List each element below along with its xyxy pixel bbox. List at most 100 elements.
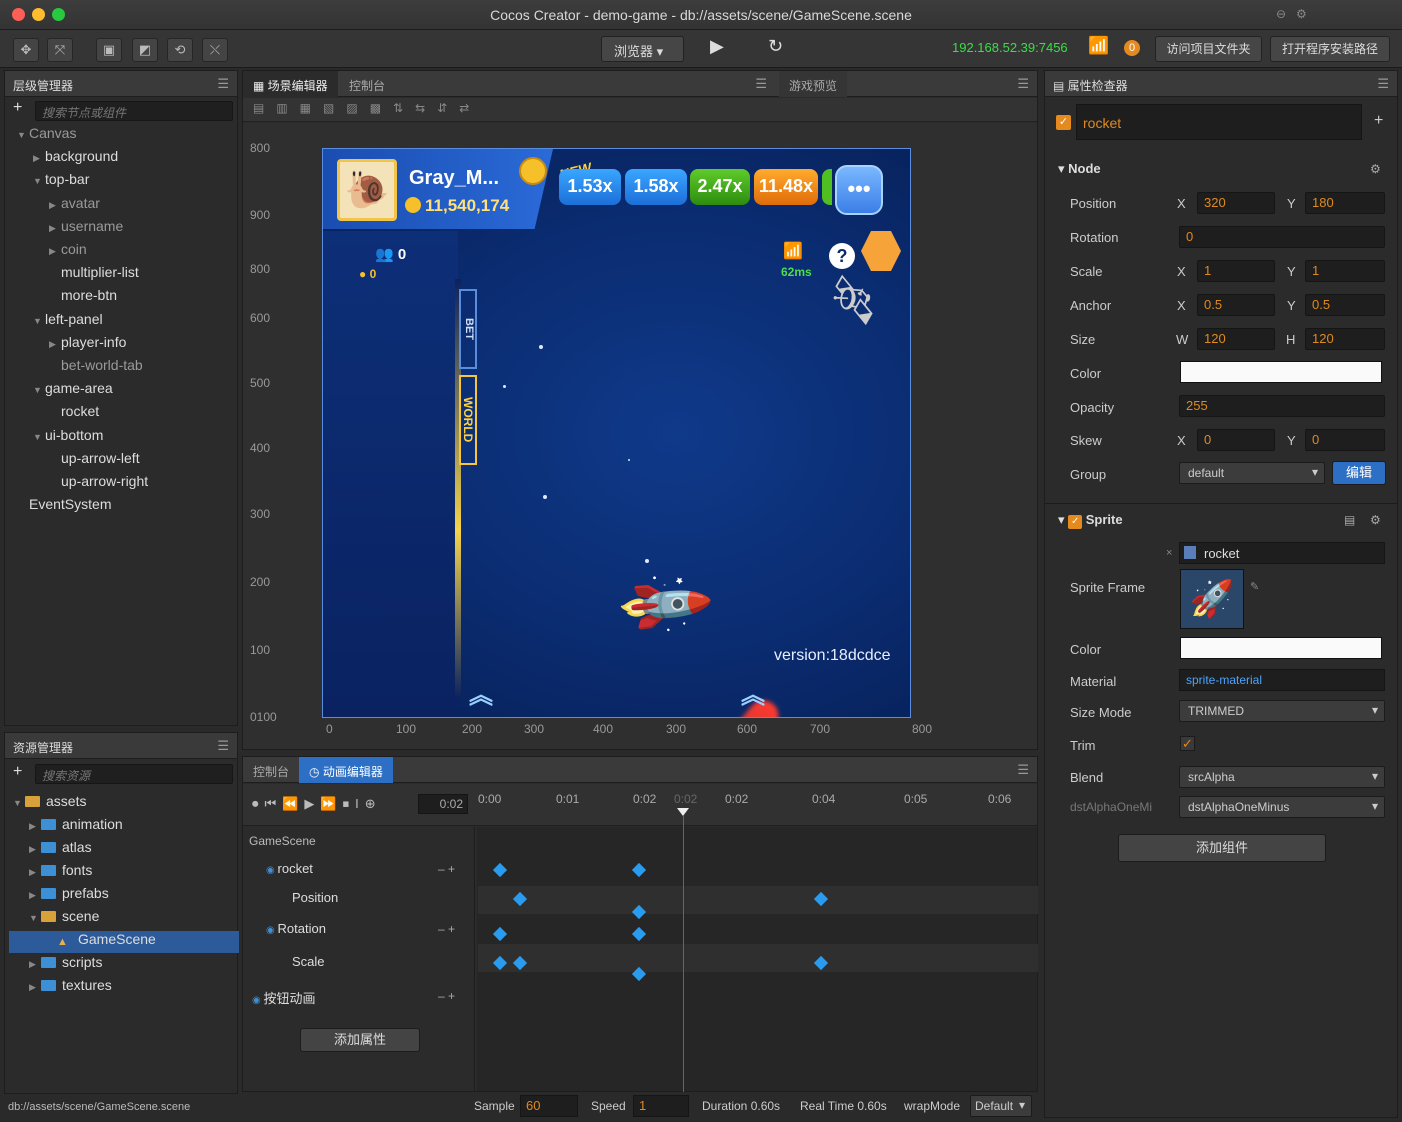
multiplier-chip[interactable]: 1.58x	[625, 169, 687, 205]
bet-tab[interactable]: BET	[459, 289, 477, 369]
game-canvas[interactable]: 🐌 Gray_M... 11,540,174 NEW 1.53x 1.58x 2…	[322, 148, 911, 718]
insert-event-icon[interactable]: I	[355, 796, 365, 811]
skew-y-input[interactable]: 0	[1305, 429, 1385, 451]
multiplier-chip[interactable]: 1.53x	[559, 169, 621, 205]
tree-node[interactable]: ▼ left-panel	[33, 311, 103, 333]
asset-item[interactable]: ▼ assets	[9, 793, 239, 815]
current-time-field[interactable]: 0:02	[418, 794, 468, 814]
opacity-input[interactable]: 255	[1179, 395, 1385, 417]
scale-x-input[interactable]: 1	[1197, 260, 1275, 282]
track-add-remove-icon[interactable]: – +	[438, 989, 455, 1003]
tree-node[interactable]: ▶ background	[33, 148, 118, 170]
add-coin-icon[interactable]	[519, 157, 547, 185]
anchor-y-input[interactable]: 0.5	[1305, 294, 1385, 316]
move-tool-icon[interactable]: ✥	[13, 38, 39, 62]
asset-item[interactable]: ▶ fonts	[9, 862, 239, 884]
expand-arrow-icon[interactable]: ▼	[13, 798, 25, 808]
sprite-frame-preview[interactable]: 🚀	[1180, 569, 1244, 629]
node-active-checkbox[interactable]: ✓	[1056, 115, 1071, 130]
position-y-input[interactable]: 180	[1305, 192, 1385, 214]
up-arrow-left-icon[interactable]: ︽	[469, 675, 493, 710]
tree-node[interactable]: ▼ Canvas	[17, 125, 76, 147]
skew-x-input[interactable]: 0	[1197, 429, 1275, 451]
asset-item[interactable]: ▶ animation	[9, 816, 239, 838]
material-field[interactable]: sprite-material	[1179, 669, 1385, 691]
tab-console[interactable]: 控制台	[243, 757, 299, 783]
add-icon[interactable]: +	[1374, 112, 1383, 130]
expand-arrow-icon[interactable]: ▼	[33, 176, 45, 186]
size-w-input[interactable]: 120	[1197, 328, 1275, 350]
asset-item[interactable]: ▶ textures	[9, 977, 239, 999]
expand-arrow-icon[interactable]: ▼	[29, 913, 41, 923]
scale-tool-icon[interactable]: ▣	[96, 38, 122, 62]
wrapmode-select[interactable]: Default	[970, 1095, 1032, 1117]
tree-node[interactable]: ▼ game-area	[33, 380, 113, 402]
expand-arrow-icon[interactable]: ▶	[49, 339, 61, 350]
rotation-input[interactable]: 0	[1179, 226, 1385, 248]
anim-track[interactable]: ◉ 按钮动画	[252, 988, 316, 1007]
clear-icon[interactable]: ×	[1166, 547, 1172, 559]
sprite-frame-field[interactable]: rocket	[1179, 542, 1385, 564]
prev-frame-icon[interactable]: ⏪	[282, 796, 304, 811]
tree-node[interactable]: ▼ top-bar	[33, 171, 89, 193]
multiplier-chip[interactable]: 2.47x	[690, 169, 750, 205]
tree-node[interactable]: EventSystem	[17, 496, 111, 518]
add-property-button[interactable]: 添加属性	[300, 1028, 420, 1052]
node-name-input[interactable]: rocket	[1076, 104, 1362, 140]
assets-search-input[interactable]: 搜索资源	[35, 764, 233, 784]
tree-node[interactable]: more-btn	[49, 287, 117, 309]
anchor-x-input[interactable]: 0.5	[1197, 294, 1275, 316]
hierarchy-search-input[interactable]: 搜索节点或组件	[35, 101, 233, 121]
tab-animation-editor[interactable]: ◷ 动画编辑器	[299, 757, 393, 783]
gear-icon[interactable]: ⚙	[1370, 513, 1381, 527]
add-node-icon[interactable]: +	[13, 99, 22, 117]
rect-tool-icon[interactable]: ◩	[132, 38, 158, 62]
next-frame-icon[interactable]: ⏩	[320, 796, 342, 811]
edit-group-button[interactable]: 编辑	[1332, 461, 1386, 485]
expand-arrow-icon[interactable]: ▶	[29, 867, 41, 878]
asset-item[interactable]: ▲ GameScene	[9, 931, 239, 953]
sizemode-select[interactable]: TRIMMED	[1179, 700, 1385, 722]
asset-item[interactable]: ▼ scene	[9, 908, 239, 930]
tree-node[interactable]: ▶ player-info	[49, 334, 126, 356]
add-keyframe-icon[interactable]: ⊕	[365, 796, 382, 811]
pivot-icon[interactable]: ⤬	[202, 38, 228, 62]
play-animation-icon[interactable]: ▶	[304, 796, 320, 811]
node-section-header[interactable]: ▾ Node	[1058, 161, 1101, 177]
tab-scene-editor[interactable]: ▦ 场景编辑器	[243, 71, 338, 97]
expand-arrow-icon[interactable]: ▶	[29, 982, 41, 993]
up-arrow-right-icon[interactable]: ︽	[741, 675, 765, 710]
panel-menu-icon[interactable]: ☰	[1017, 762, 1029, 778]
anim-track[interactable]: ◉ Rotation	[266, 921, 326, 936]
settings-icon[interactable]: ⚙	[1296, 7, 1307, 21]
play-icon[interactable]: ▶	[710, 36, 724, 57]
tree-node[interactable]: ▼ ui-bottom	[33, 427, 103, 449]
open-install-path-button[interactable]: 打开程序安装路径	[1270, 36, 1390, 62]
multiplier-chip[interactable]: 11.48x	[754, 169, 818, 205]
expand-arrow-icon[interactable]: ▼	[33, 385, 45, 395]
avatar[interactable]: 🐌	[337, 159, 397, 221]
tab-game-preview[interactable]: 游戏预览	[779, 71, 848, 97]
sample-input[interactable]: 60	[520, 1095, 578, 1117]
tree-node[interactable]: up-arrow-left	[49, 450, 140, 472]
track-add-remove-icon[interactable]: – +	[438, 922, 455, 936]
rotate-tool-icon[interactable]: ⤧	[47, 38, 73, 62]
jump-start-icon[interactable]: ⏮	[265, 796, 283, 811]
align-tools-icon[interactable]: ▤▥▦▧▨▩⇅⇆⇵⇄	[253, 101, 481, 115]
asset-item[interactable]: ▶ scripts	[9, 954, 239, 976]
rocket-sprite[interactable]: 🚀	[607, 553, 720, 666]
sprite-enabled-checkbox[interactable]: ✓	[1068, 515, 1083, 529]
gear-icon[interactable]: ⚙	[1370, 162, 1381, 176]
expand-arrow-icon[interactable]: ▶	[29, 821, 41, 832]
record-icon[interactable]: ⏺	[252, 796, 265, 811]
collapse-icon[interactable]: ⊖	[1276, 7, 1286, 21]
expand-arrow-icon[interactable]: ▼	[33, 316, 45, 326]
tree-node[interactable]: multiplier-list	[49, 264, 139, 286]
panel-menu-icon[interactable]: ☰	[1377, 76, 1389, 92]
expand-arrow-icon[interactable]: ▶	[49, 223, 61, 234]
tree-node[interactable]: up-arrow-right	[49, 473, 148, 495]
track-add-remove-icon[interactable]: – +	[438, 862, 455, 876]
expand-arrow-icon[interactable]: ▶	[29, 959, 41, 970]
tree-node[interactable]: ▶ username	[49, 218, 123, 240]
tree-node[interactable]: rocket	[49, 403, 99, 425]
